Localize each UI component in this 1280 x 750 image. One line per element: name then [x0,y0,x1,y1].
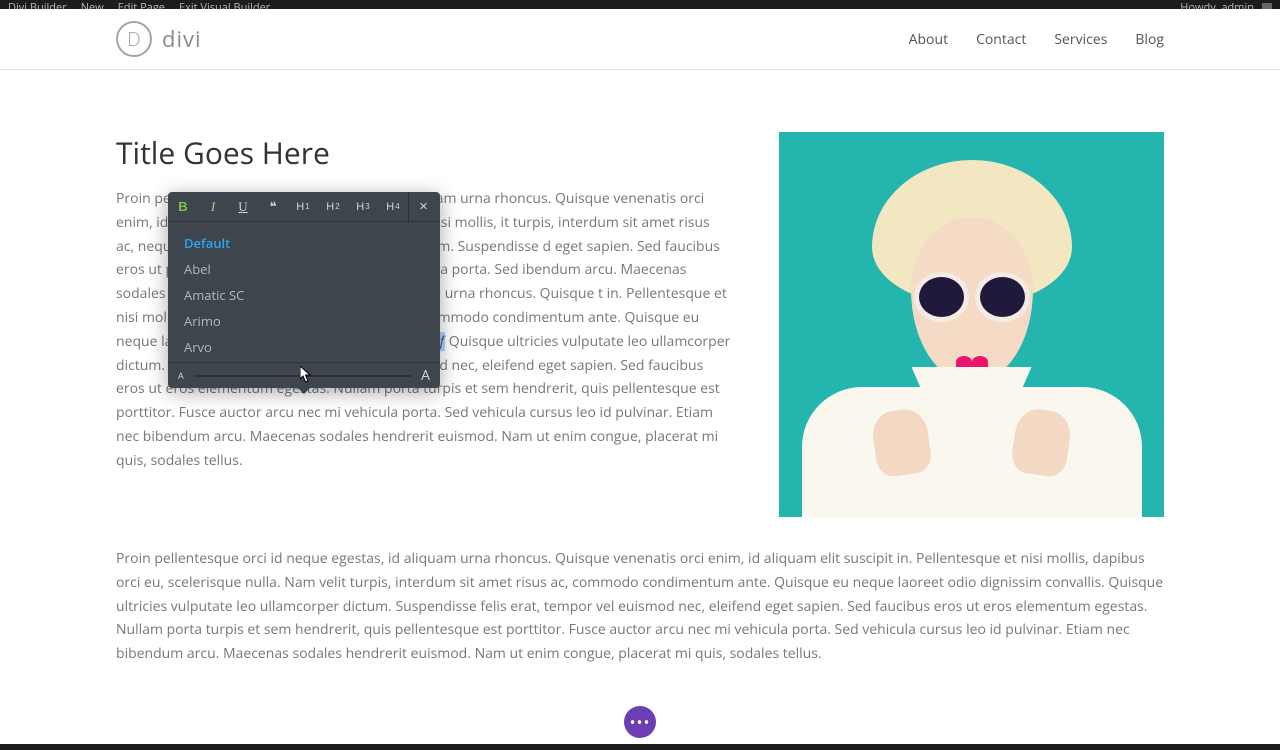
size-min-icon: A [178,369,184,382]
builder-fab[interactable]: ••• [624,706,656,738]
footer-bar [0,744,1280,750]
page-title[interactable]: Title Goes Here [116,132,731,173]
quote-button[interactable]: ❝ [258,192,288,222]
wp-new[interactable]: New [81,0,104,9]
avatar[interactable] [1262,3,1272,10]
logo-mark: D [116,21,152,57]
nav-blog[interactable]: Blog [1135,30,1164,49]
font-option-amatic-sc[interactable]: Amatic SC [168,282,440,308]
body-paragraph-2[interactable]: Proin pellentesque orci id neque egestas… [116,547,1164,666]
wp-site-name[interactable]: Divi Builder [8,0,67,9]
h3-button[interactable]: H3 [348,192,378,222]
underline-button[interactable]: U [228,192,258,222]
close-button[interactable]: × [408,192,438,222]
wp-edit-page[interactable]: Edit Page [118,0,165,9]
font-list[interactable]: Default Abel Amatic SC Arimo Arvo Bevan … [168,222,440,362]
nav-about[interactable]: About [909,30,948,49]
font-option-arvo[interactable]: Arvo [168,334,440,360]
hero-image[interactable] [779,132,1164,517]
font-option-arimo[interactable]: Arimo [168,308,440,334]
primary-nav: About Contact Services Blog [909,30,1164,49]
h4-button[interactable]: H4 [378,192,408,222]
logo[interactable]: D divi [116,21,202,57]
wp-admin-bar: Divi Builder New Edit Page Exit Visual B… [0,0,1280,9]
font-option-default[interactable]: Default [168,230,440,256]
site-header: D divi About Contact Services Blog [0,9,1280,70]
editor-toolbar: B I U ❝ H1 H2 H3 H4 × [168,192,440,222]
h2-button[interactable]: H2 [318,192,348,222]
size-max-icon: A [421,366,430,385]
italic-button[interactable]: I [198,192,228,222]
wp-howdy[interactable]: Howdy, admin [1180,0,1254,9]
h1-button[interactable]: H1 [288,192,318,222]
nav-contact[interactable]: Contact [976,30,1026,49]
mouse-cursor [300,366,312,382]
font-option-abel[interactable]: Abel [168,256,440,282]
inline-text-editor: B I U ❝ H1 H2 H3 H4 × Default Abel Amati… [168,192,440,388]
logo-text: divi [162,24,202,54]
wp-exit-builder[interactable]: Exit Visual Builder [179,0,270,9]
nav-services[interactable]: Services [1054,30,1107,49]
bold-button[interactable]: B [168,192,198,222]
